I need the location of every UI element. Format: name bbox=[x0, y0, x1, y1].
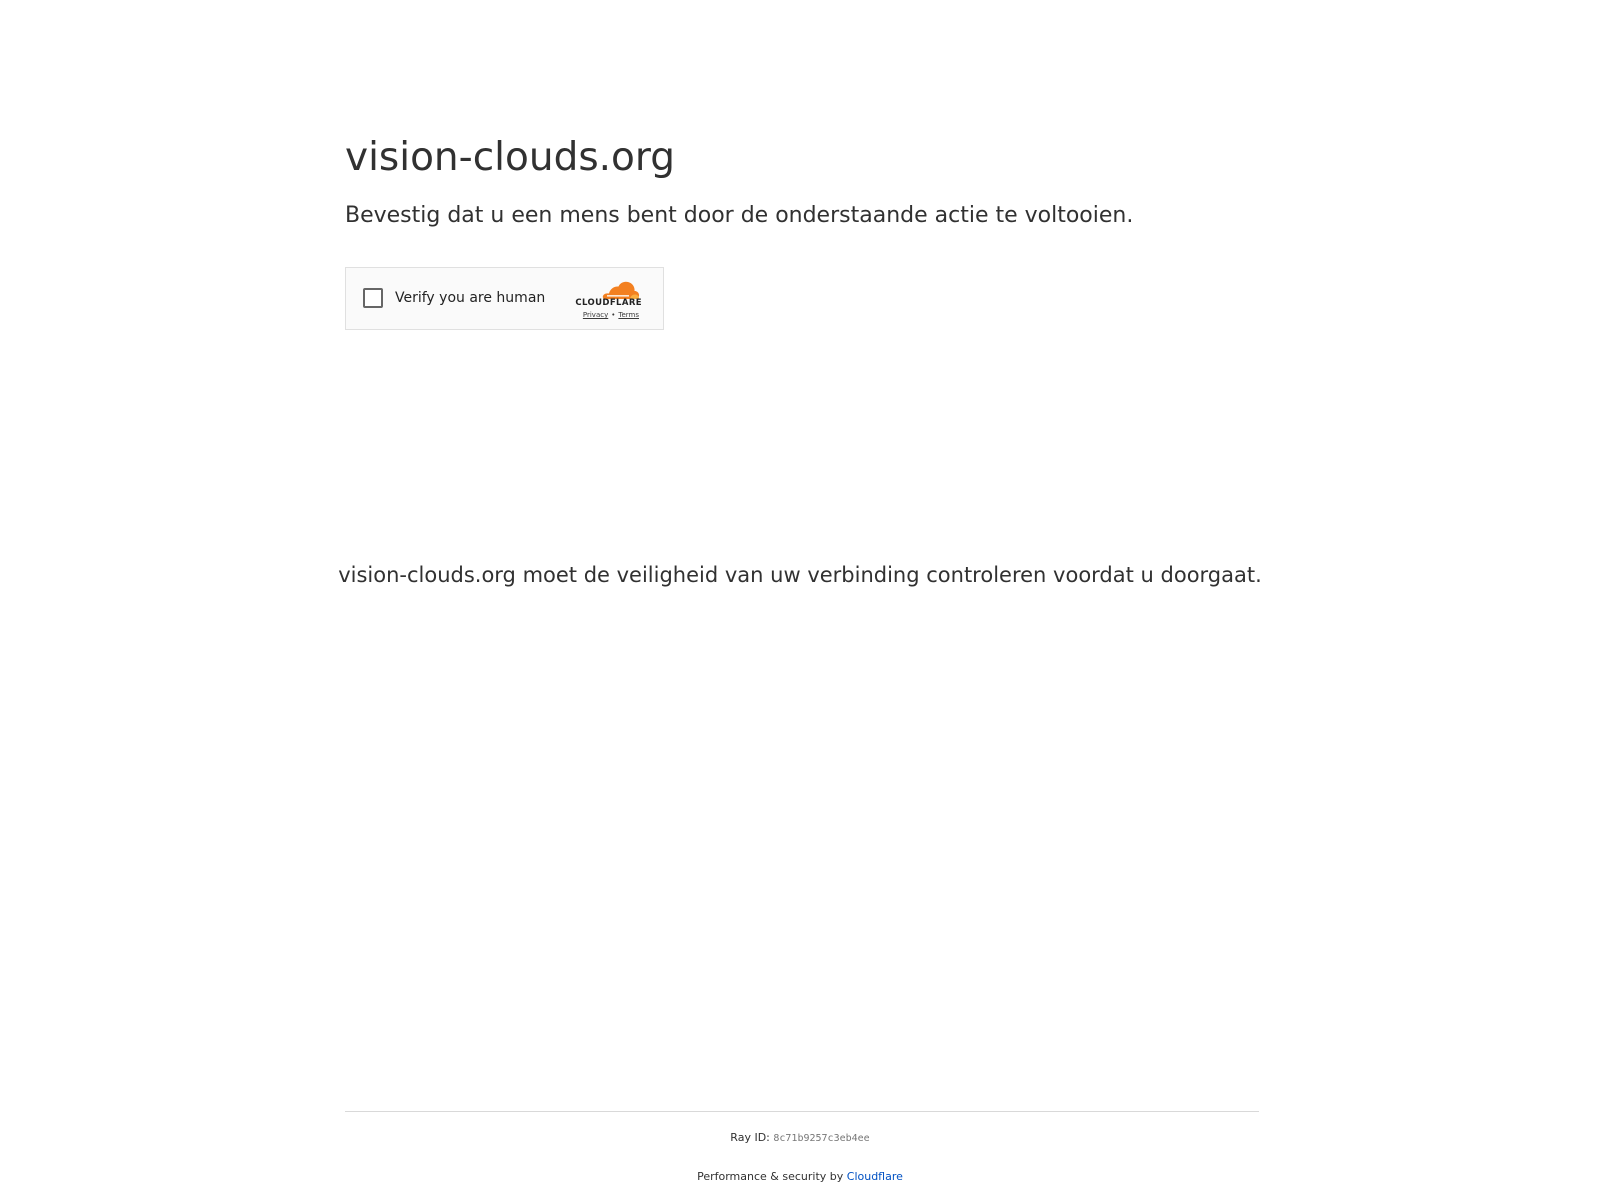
performance-text: Performance & security by bbox=[697, 1170, 844, 1183]
performance-line: Performance & security by Cloudflare bbox=[0, 1169, 1600, 1185]
verify-human-label[interactable]: Verify you are human bbox=[395, 289, 545, 307]
challenge-page: vision-clouds.org Bevestig dat u een men… bbox=[0, 0, 1600, 1200]
cloudflare-logo: CLOUDFLARE Privacy • Terms bbox=[564, 280, 642, 322]
privacy-link[interactable]: Privacy bbox=[583, 311, 608, 319]
security-message: vision-clouds.org moet de veiligheid van… bbox=[338, 563, 1262, 587]
page-subtitle: Bevestig dat u een mens bent door de ond… bbox=[345, 203, 1134, 228]
widget-links: Privacy • Terms bbox=[564, 311, 639, 320]
page-title: vision-clouds.org bbox=[345, 135, 676, 180]
checkbox-icon[interactable] bbox=[363, 288, 383, 308]
ray-id-label: Ray ID: bbox=[730, 1131, 770, 1144]
turnstile-widget[interactable]: Verify you are human CLOUDFLARE Privacy •… bbox=[345, 267, 664, 330]
cloudflare-cloud-logo-icon bbox=[602, 281, 640, 299]
cloudflare-wordmark: CLOUDFLARE bbox=[575, 298, 642, 308]
link-separator: • bbox=[611, 311, 616, 319]
footer-divider bbox=[345, 1111, 1259, 1112]
ray-id-line: Ray ID: 8c71b9257c3eb4ee bbox=[0, 1130, 1600, 1147]
ray-id-value: 8c71b9257c3eb4ee bbox=[773, 1133, 870, 1144]
terms-link[interactable]: Terms bbox=[618, 311, 639, 319]
cloudflare-link[interactable]: Cloudflare bbox=[847, 1170, 903, 1183]
